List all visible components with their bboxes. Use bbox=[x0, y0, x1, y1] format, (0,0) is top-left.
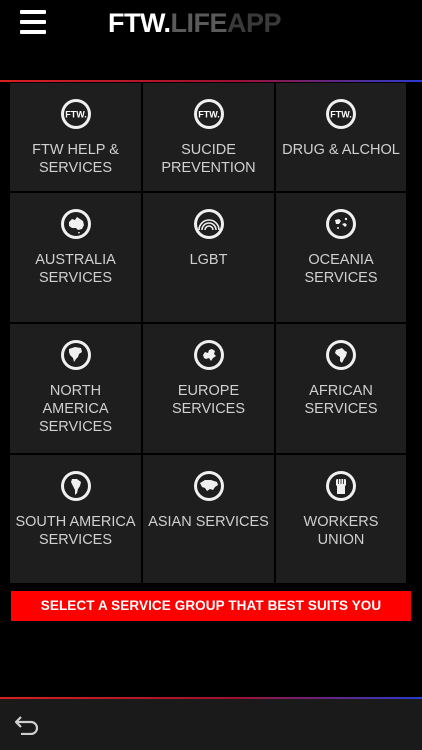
ftw-logo-icon: FTW. bbox=[326, 99, 356, 129]
svg-text:FTW.: FTW. bbox=[65, 110, 87, 120]
north-america-icon bbox=[60, 340, 91, 370]
tile-label: SUCIDE PREVENTION bbox=[161, 142, 256, 176]
tile-label: DRUG & ALCHOL bbox=[282, 142, 400, 158]
tile-europe-services[interactable]: EUROPE SERVICES bbox=[143, 324, 274, 453]
hamburger-menu-icon[interactable] bbox=[20, 10, 46, 34]
tile-drug-alcohol[interactable]: FTW. DRUG & ALCHOL bbox=[276, 83, 406, 191]
australia-icon bbox=[60, 209, 91, 239]
tile-lgbt[interactable]: LGBT bbox=[143, 193, 274, 322]
africa-icon bbox=[326, 340, 356, 370]
tile-suicide-prevention[interactable]: FTW. SUCIDE PREVENTION bbox=[143, 83, 274, 191]
tile-label: SOUTH AMERICA SERVICES bbox=[15, 514, 136, 548]
tile-african-services[interactable]: AFRICAN SERVICES bbox=[276, 324, 406, 453]
svg-text:FTW.: FTW. bbox=[198, 110, 220, 120]
raised-fist-icon bbox=[326, 471, 356, 501]
bottom-nav-bar bbox=[0, 699, 422, 750]
top-bar: FTW.LIFEAPP bbox=[0, 0, 422, 80]
tile-label: ASIAN SERVICES bbox=[148, 514, 269, 530]
tile-north-america-services[interactable]: NORTH AMERICA SERVICES bbox=[10, 324, 141, 453]
tile-label: EUROPE SERVICES bbox=[171, 383, 246, 417]
tile-label: LGBT bbox=[189, 252, 228, 268]
tile-australia-services[interactable]: AUSTRALIA SERVICES bbox=[10, 193, 141, 322]
tile-label: WORKERS UNION bbox=[303, 514, 379, 548]
app-logo: FTW.LIFEAPP bbox=[108, 8, 282, 39]
tile-oceania-services[interactable]: OCEANIA SERVICES bbox=[276, 193, 406, 322]
tile-asian-services[interactable]: ASIAN SERVICES bbox=[143, 455, 274, 583]
tile-south-america-services[interactable]: SOUTH AMERICA SERVICES bbox=[10, 455, 141, 583]
ftw-logo-icon: FTW. bbox=[60, 99, 91, 129]
rainbow-icon bbox=[193, 209, 224, 239]
tile-label: NORTH AMERICA SERVICES bbox=[38, 383, 113, 435]
logo-life: LIFE bbox=[170, 8, 227, 38]
svg-text:FTW.: FTW. bbox=[330, 110, 352, 120]
tile-label: FTW HELP & SERVICES bbox=[32, 142, 119, 176]
select-service-banner: SELECT A SERVICE GROUP THAT BEST SUITS Y… bbox=[11, 591, 411, 621]
tile-label: OCEANIA SERVICES bbox=[304, 252, 378, 286]
europe-icon bbox=[193, 340, 224, 370]
logo-app: APP bbox=[226, 8, 282, 38]
logo-brand: FTW. bbox=[108, 8, 171, 38]
header-divider bbox=[0, 80, 422, 82]
service-grid: FTW. FTW HELP & SERVICES FTW. SUCIDE PRE… bbox=[10, 83, 406, 583]
back-arrow-icon[interactable] bbox=[12, 713, 42, 736]
tile-ftw-help-services[interactable]: FTW. FTW HELP & SERVICES bbox=[10, 83, 141, 191]
south-america-icon bbox=[60, 471, 91, 501]
asia-icon bbox=[193, 471, 224, 501]
oceania-icon bbox=[326, 209, 356, 239]
tile-label: AFRICAN SERVICES bbox=[304, 383, 378, 417]
tile-label: AUSTRALIA SERVICES bbox=[35, 252, 116, 286]
tile-workers-union[interactable]: WORKERS UNION bbox=[276, 455, 406, 583]
ftw-logo-icon: FTW. bbox=[193, 99, 224, 129]
